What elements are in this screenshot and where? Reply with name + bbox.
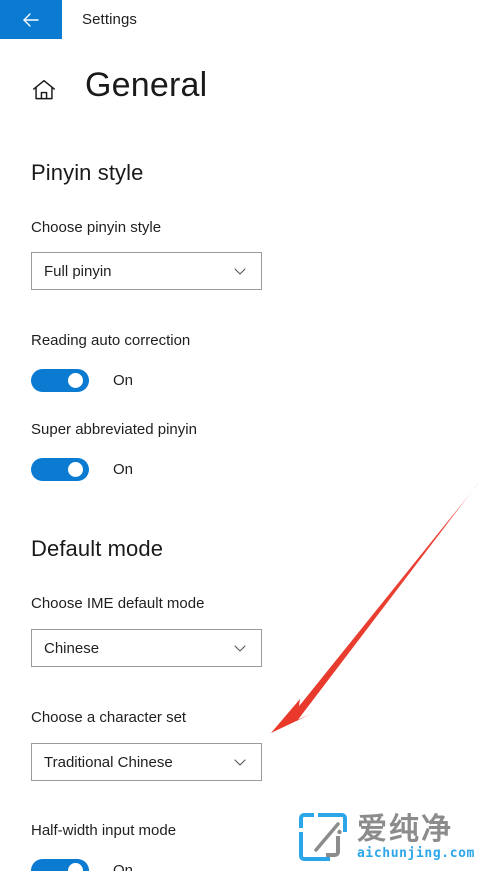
toggle-knob [68, 372, 83, 388]
section-heading-default-mode: Default mode [31, 536, 164, 561]
window-title: Settings [82, 11, 137, 28]
toggle-super-abbreviated-pinyin[interactable] [31, 457, 89, 481]
toggle-knob [68, 461, 83, 477]
label-choose-ime-default-mode: Choose IME default mode [31, 595, 205, 612]
toggle-row-super-abbreviated-pinyin: On [31, 457, 133, 481]
label-choose-pinyin-style: Choose pinyin style [31, 219, 162, 236]
label-reading-auto-correction: Reading auto correction [31, 332, 191, 349]
toggle-state-half-width-input-mode: On [113, 861, 134, 871]
page-header: General [0, 62, 500, 118]
dropdown-choose-a-character-set[interactable]: Traditional Chinese [31, 743, 262, 781]
dropdown-choose-ime-default-mode[interactable]: Chinese [31, 629, 262, 667]
watermark-url: aichunjing.com [357, 845, 475, 861]
aichunjing-logo-icon [299, 813, 347, 861]
settings-window: Settings General Pinyin style Choose pin… [0, 0, 500, 871]
chevron-down-icon [231, 639, 249, 657]
watermark: 爱纯净 aichunjing.com [298, 811, 494, 863]
back-arrow-icon [19, 8, 43, 32]
watermark-text: 爱纯净 aichunjing.com [357, 811, 475, 861]
label-choose-a-character-set: Choose a character set [31, 709, 187, 726]
label-super-abbreviated-pinyin: Super abbreviated pinyin [31, 421, 197, 438]
dropdown-choose-pinyin-style[interactable]: Full pinyin [31, 252, 262, 290]
toggle-reading-auto-correction[interactable] [31, 368, 89, 392]
dropdown-value-pinyin-style: Full pinyin [44, 262, 112, 280]
watermark-brand-cn: 爱纯净 [357, 811, 453, 847]
toggle-row-reading-auto-correction: On [31, 368, 133, 392]
dropdown-value-ime-default-mode: Chinese [44, 639, 100, 657]
chevron-down-icon [231, 262, 249, 280]
back-button[interactable] [0, 0, 62, 39]
toggle-state-super-abbreviated-pinyin: On [113, 460, 134, 478]
toggle-row-half-width-input-mode: On [31, 858, 133, 871]
chevron-down-icon [231, 753, 249, 771]
toggle-half-width-input-mode[interactable] [31, 858, 89, 871]
page-title: General [85, 66, 208, 104]
section-heading-pinyin-style: Pinyin style [31, 160, 144, 185]
title-bar: Settings [0, 0, 500, 40]
dropdown-value-character-set: Traditional Chinese [44, 753, 173, 771]
toggle-knob [68, 862, 83, 871]
toggle-state-reading-auto-correction: On [113, 371, 134, 389]
home-icon[interactable] [29, 75, 59, 105]
label-half-width-input-mode: Half-width input mode [31, 822, 177, 839]
